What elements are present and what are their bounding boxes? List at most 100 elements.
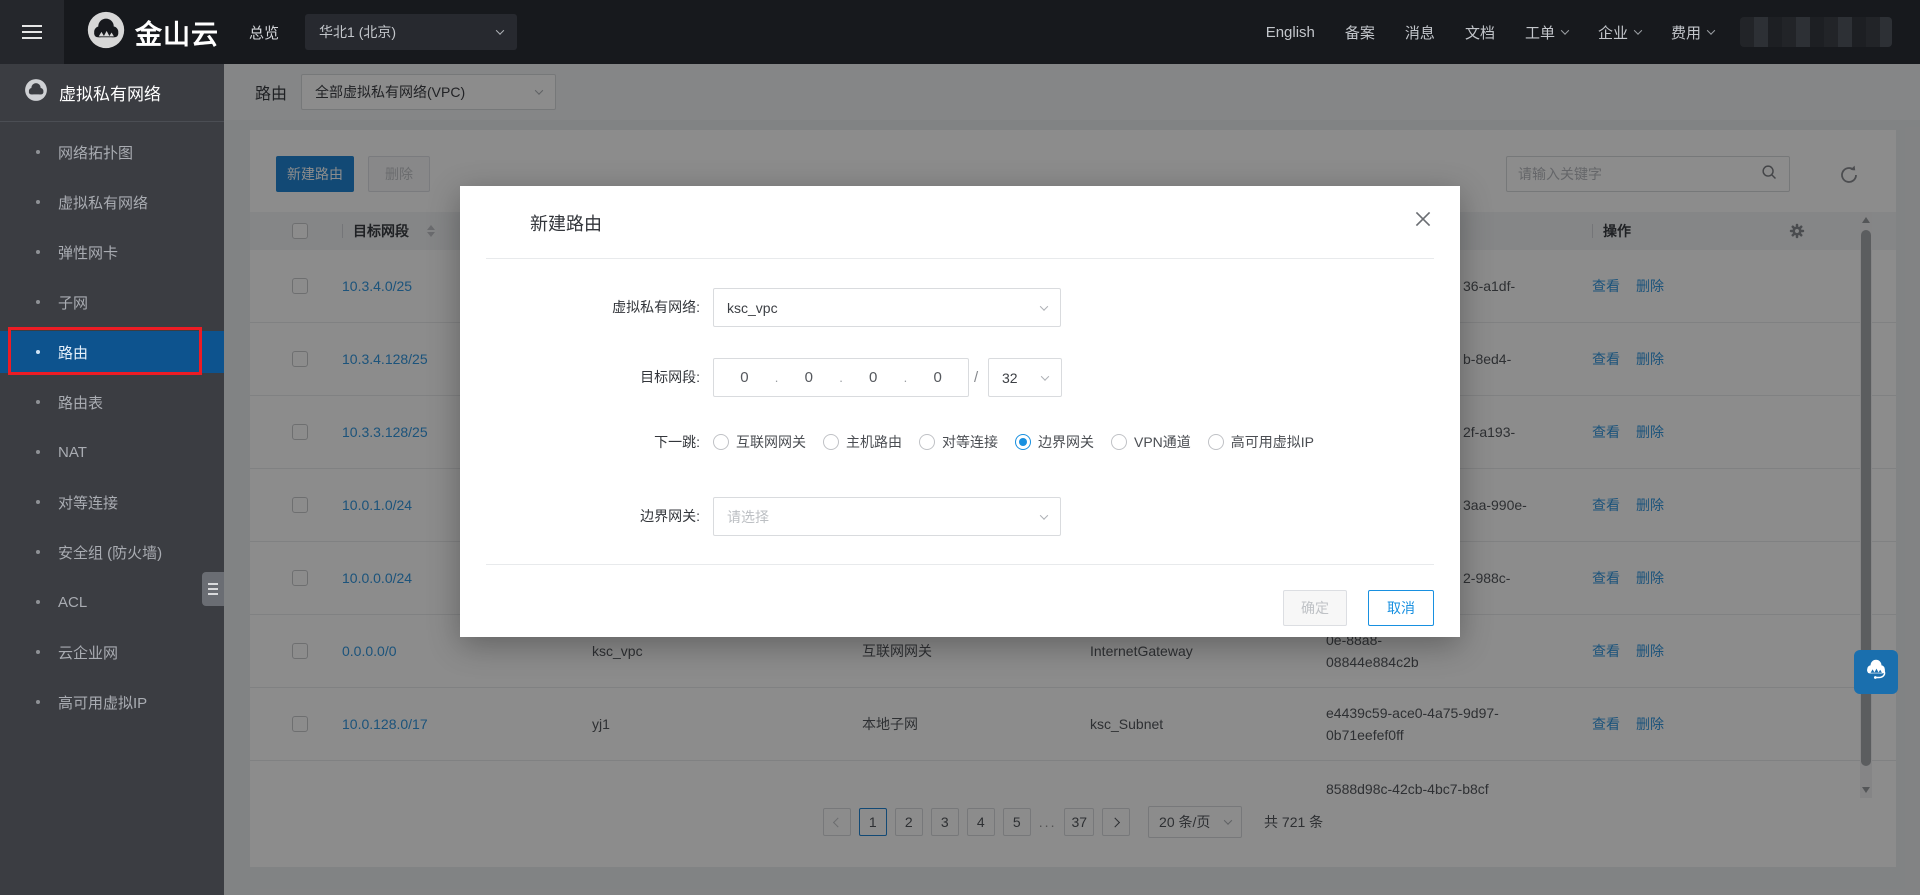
topnav: English 备案 消息 文档 工单 企业 费用	[1266, 22, 1714, 43]
sidebar-item-label: 安全组 (防火墙)	[58, 542, 162, 563]
bullet-icon	[36, 650, 40, 654]
ip-octet[interactable]: 0	[778, 369, 839, 386]
radio-icon	[919, 434, 935, 450]
bullet-icon	[36, 200, 40, 204]
bullet-icon	[36, 500, 40, 504]
sidebar-item-subnet[interactable]: 子网	[0, 277, 224, 327]
radio-option[interactable]: 对等连接	[919, 432, 998, 452]
bullet-icon	[36, 400, 40, 404]
cidr-ip-input[interactable]: 0.0.0.0	[713, 358, 969, 397]
prefix-select[interactable]: 32	[988, 358, 1062, 397]
sidebar-header: 虚拟私有网络	[0, 64, 224, 122]
radio-icon	[1208, 434, 1224, 450]
bullet-icon	[36, 550, 40, 554]
hamburger-menu-button[interactable]	[0, 0, 64, 64]
radio-label: 对等连接	[942, 432, 998, 452]
gateway-field-label: 边界网关:	[460, 497, 700, 536]
brand-logo[interactable]: 金山云	[86, 10, 219, 55]
radio-option[interactable]: 高可用虚拟IP	[1208, 432, 1314, 452]
bullet-icon	[36, 150, 40, 154]
sidebar-item-label: 子网	[58, 292, 88, 313]
nexthop-radio-group: 互联网网关 主机路由 对等连接 边界网关 VPN通道 高可用虚拟IP	[713, 427, 1314, 457]
vpc-select[interactable]: ksc_vpc	[713, 288, 1061, 327]
topnav-link[interactable]: 文档	[1465, 22, 1495, 43]
cidr-slash: /	[974, 358, 978, 397]
bullet-icon	[36, 450, 40, 454]
radio-label: 边界网关	[1038, 432, 1094, 452]
bullet-icon	[36, 350, 40, 354]
radio-label: 高可用虚拟IP	[1231, 432, 1314, 452]
topnav-overview[interactable]: 总览	[249, 22, 279, 43]
sidebar-item-vpc[interactable]: 虚拟私有网络	[0, 177, 224, 227]
prefix-select-value: 32	[1002, 370, 1018, 386]
customer-service-widget[interactable]	[1854, 650, 1898, 694]
bullet-icon	[36, 250, 40, 254]
radio-label: VPN通道	[1134, 432, 1191, 452]
region-value: 华北1 (北京)	[319, 22, 396, 42]
topnav-dropdown[interactable]: 工单	[1525, 22, 1568, 43]
sidebar-item-havip[interactable]: 高可用虚拟IP	[0, 677, 224, 727]
sidebar-item-peering[interactable]: 对等连接	[0, 477, 224, 527]
sidebar: 虚拟私有网络 网络拓扑图虚拟私有网络弹性网卡子网路由路由表NAT对等连接安全组 …	[0, 64, 224, 895]
topnav-dropdown[interactable]: 费用	[1671, 22, 1714, 43]
sidebar-item-label: ACL	[58, 594, 87, 611]
sidebar-item-label: 路由	[58, 342, 88, 363]
user-account-redacted[interactable]	[1740, 17, 1892, 47]
cloud-headset-icon	[1861, 655, 1891, 690]
topnav-link[interactable]: 备案	[1345, 22, 1375, 43]
cidr-field-label: 目标网段:	[460, 358, 700, 397]
topbar: 金山云 总览 华北1 (北京) English 备案 消息 文档 工单 企业 费用	[0, 0, 1920, 64]
sidebar-title: 虚拟私有网络	[59, 80, 161, 105]
sidebar-item-route-table[interactable]: 路由表	[0, 377, 224, 427]
radio-option[interactable]: 互联网网关	[713, 432, 806, 452]
radio-icon	[823, 434, 839, 450]
bullet-icon	[36, 300, 40, 304]
topnav-link[interactable]: English	[1266, 24, 1315, 41]
sidebar-item-route[interactable]: 路由	[0, 331, 224, 373]
close-icon[interactable]	[1412, 208, 1434, 230]
ip-octet[interactable]: 0	[843, 369, 904, 386]
sidebar-item-acl[interactable]: ACL	[0, 577, 224, 627]
sidebar-item-label: 弹性网卡	[58, 242, 118, 263]
brand-name: 金山云	[135, 13, 219, 52]
page: 金山云 总览 华北1 (北京) English 备案 消息 文档 工单 企业 费用 虚拟私有…	[0, 0, 1920, 895]
chevron-down-icon	[1040, 511, 1048, 519]
radio-option[interactable]: 边界网关	[1015, 432, 1094, 452]
radio-icon	[1015, 434, 1031, 450]
sidebar-item-label: 路由表	[58, 392, 103, 413]
bullet-icon	[36, 600, 40, 604]
modal-footer-divider	[486, 564, 1434, 565]
sidebar-item-label: NAT	[58, 444, 87, 461]
ip-octet[interactable]: 0	[714, 369, 775, 386]
sidebar-item-ccn[interactable]: 云企业网	[0, 627, 224, 677]
region-select[interactable]: 华北1 (北京)	[305, 14, 517, 50]
radio-option[interactable]: VPN通道	[1111, 432, 1191, 452]
radio-label: 主机路由	[846, 432, 902, 452]
nexthop-field-label: 下一跳:	[460, 427, 700, 457]
chevron-down-icon	[1634, 26, 1642, 34]
chevron-down-icon	[1040, 302, 1048, 310]
cloud-logo-icon	[86, 10, 126, 55]
modal-title: 新建路由	[530, 210, 602, 236]
topnav-link[interactable]: 消息	[1405, 22, 1435, 43]
sidebar-item-security-group[interactable]: 安全组 (防火墙)	[0, 527, 224, 577]
ip-octet[interactable]: 0	[907, 369, 968, 386]
vpc-product-icon	[24, 78, 48, 107]
sidebar-item-nat[interactable]: NAT	[0, 427, 224, 477]
topnav-dropdown[interactable]: 企业	[1598, 22, 1641, 43]
sidebar-item-topology[interactable]: 网络拓扑图	[0, 127, 224, 177]
sidebar-menu: 网络拓扑图虚拟私有网络弹性网卡子网路由路由表 NAT 对等连接安全组 (防火墙) AC…	[0, 122, 224, 727]
gateway-select[interactable]: 请选择	[713, 497, 1061, 536]
vpc-field-label: 虚拟私有网络:	[460, 288, 700, 327]
modal-divider	[486, 258, 1434, 259]
sidebar-item-eni[interactable]: 弹性网卡	[0, 227, 224, 277]
cancel-button[interactable]: 取消	[1368, 590, 1434, 626]
radio-label: 互联网网关	[736, 432, 806, 452]
radio-option[interactable]: 主机路由	[823, 432, 902, 452]
confirm-button[interactable]: 确定	[1283, 590, 1347, 626]
sidebar-item-label: 虚拟私有网络	[58, 192, 148, 213]
sidebar-collapse-handle[interactable]	[202, 572, 224, 606]
chevron-down-icon	[1561, 26, 1569, 34]
radio-icon	[713, 434, 729, 450]
gateway-select-placeholder: 请选择	[727, 507, 769, 527]
